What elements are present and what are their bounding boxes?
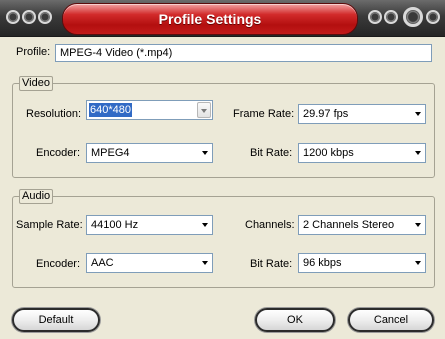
- sample-rate-label: Sample Rate:: [16, 219, 83, 231]
- audio-bit-rate-select[interactable]: 96 kbps: [298, 253, 426, 273]
- video-bit-rate-value: 1200 kbps: [303, 147, 354, 159]
- profile-settings-dialog: Profile Settings Profile: MPEG-4 Video (…: [0, 0, 445, 339]
- sample-rate-value: 44100 Hz: [91, 219, 139, 231]
- channels-value: 2 Channels Stereo: [303, 219, 395, 231]
- audio-encoder-select[interactable]: AAC: [86, 253, 213, 273]
- audio-encoder-value: AAC: [91, 257, 114, 269]
- default-button[interactable]: Default: [12, 308, 100, 332]
- dropdown-arrow-icon: [415, 261, 421, 265]
- video-group-title: Video: [19, 76, 53, 91]
- profile-field[interactable]: MPEG-4 Video (*.mp4): [55, 44, 432, 62]
- ring-icon: [38, 10, 52, 24]
- ring-icon: [368, 10, 382, 24]
- sample-rate-select[interactable]: 44100 Hz: [86, 215, 213, 235]
- video-encoder-select[interactable]: MPEG4: [86, 143, 213, 163]
- audio-group: Audio: [12, 189, 435, 288]
- ring-icon: [426, 10, 440, 24]
- audio-group-title: Audio: [19, 189, 54, 204]
- resolution-value[interactable]: 640*480: [89, 103, 132, 117]
- frame-rate-label: Frame Rate:: [233, 108, 295, 120]
- audio-bit-rate-label: Bit Rate:: [250, 258, 293, 270]
- close-ring-icon[interactable]: [403, 7, 423, 27]
- video-bit-rate-label: Bit Rate:: [250, 147, 293, 159]
- dropdown-arrow-icon: [201, 109, 207, 113]
- channels-label: Channels:: [245, 219, 295, 231]
- frame-rate-value: 29.97 fps: [303, 108, 349, 120]
- frame-rate-select[interactable]: 29.97 fps: [298, 104, 426, 124]
- channels-select[interactable]: 2 Channels Stereo: [298, 215, 426, 235]
- ok-button[interactable]: OK: [255, 308, 335, 332]
- video-bit-rate-select[interactable]: 1200 kbps: [298, 143, 426, 163]
- profile-label: Profile:: [16, 46, 51, 58]
- resolution-dropdown-button[interactable]: [197, 102, 211, 118]
- audio-encoder-label: Encoder:: [36, 258, 81, 270]
- title-bar[interactable]: Profile Settings: [0, 0, 445, 37]
- dropdown-arrow-icon: [202, 223, 208, 227]
- dialog-title: Profile Settings: [62, 3, 358, 35]
- dropdown-arrow-icon: [415, 151, 421, 155]
- cancel-button[interactable]: Cancel: [348, 308, 434, 332]
- ring-icon: [384, 10, 398, 24]
- resolution-label: Resolution:: [26, 108, 82, 120]
- video-encoder-label: Encoder:: [36, 147, 81, 159]
- dropdown-arrow-icon: [202, 151, 208, 155]
- dropdown-arrow-icon: [415, 223, 421, 227]
- audio-bit-rate-value: 96 kbps: [303, 257, 342, 269]
- video-group: Video: [12, 76, 435, 178]
- dropdown-arrow-icon: [202, 261, 208, 265]
- video-encoder-value: MPEG4: [91, 147, 130, 159]
- ring-icon: [22, 10, 36, 24]
- dropdown-arrow-icon: [415, 112, 421, 116]
- ring-icon: [6, 10, 20, 24]
- resolution-combo[interactable]: 640*480: [86, 100, 213, 120]
